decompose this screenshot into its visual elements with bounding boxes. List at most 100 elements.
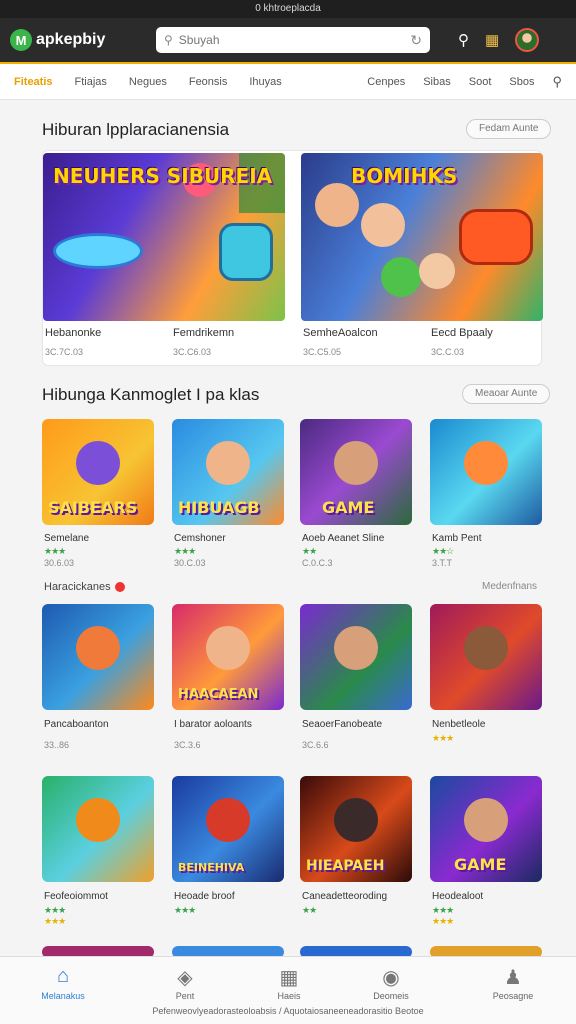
tile-title: GAME: [454, 855, 507, 874]
game-tile[interactable]: HIBUAGB: [172, 419, 284, 525]
camera-icon: ◉: [382, 967, 400, 989]
tile-title: GAME: [322, 498, 375, 517]
game-tile[interactable]: GAME: [430, 776, 542, 882]
game-title: Kamb Pent: [432, 533, 482, 544]
game-title: Aoeb Aeanet Sline: [302, 533, 385, 544]
banner-label: Eecd Bpaaly: [431, 327, 493, 339]
nav-right-1[interactable]: Cenpes: [367, 76, 405, 88]
nav-item-featured[interactable]: Fiteatis: [14, 76, 53, 88]
game-title: Heodealoot: [432, 891, 484, 902]
star-rating: ★★★: [174, 546, 196, 556]
logo-icon: M: [10, 29, 32, 51]
game-title: I barator aoloants: [174, 719, 252, 730]
book-icon: ▦: [279, 967, 299, 989]
see-all-button[interactable]: Meaoar Aunte: [462, 384, 551, 404]
notification-badge: [114, 582, 125, 593]
nav-item-5[interactable]: Ihuyas: [249, 76, 281, 88]
star-rating: ★★: [302, 905, 317, 915]
section-title: Hibunga Kanmoglet I pa klas: [42, 385, 260, 404]
game-meta: 3.T.T: [432, 558, 453, 568]
game-title: Nenbetleole: [432, 719, 486, 730]
tile-title: HIBUAGB: [178, 498, 260, 517]
game-tile[interactable]: [42, 776, 154, 882]
star-rating: ★★★: [174, 905, 196, 915]
banner-meta: 3C.C6.03: [173, 347, 212, 357]
star-rating: ★★★: [432, 733, 454, 743]
search-icon[interactable]: ⚲: [458, 31, 469, 49]
refresh-icon[interactable]: ↻: [410, 32, 422, 49]
star-rating: ★★☆: [432, 546, 454, 556]
avatar[interactable]: [515, 28, 540, 52]
star-rating: ★★★: [44, 546, 66, 556]
game-tile[interactable]: [42, 604, 154, 710]
star-rating: ★★★: [432, 905, 454, 915]
game-tile[interactable]: BEINEHIVA: [172, 776, 284, 882]
tile-title: BEINEHIVA: [178, 861, 245, 874]
game-tile[interactable]: [430, 419, 542, 525]
game-title: Cemshoner: [174, 533, 226, 544]
game-tile[interactable]: [430, 604, 542, 710]
bottom-nav-profile[interactable]: ♟ Peosagne: [468, 965, 558, 1001]
home-icon: ⌂: [56, 965, 70, 987]
star-rating: ★★★: [44, 905, 66, 915]
section-title: Hiburan lpplaracianensia: [42, 120, 230, 139]
game-tile[interactable]: SAIBEARS: [42, 419, 154, 525]
game-title: Pancaboanton: [44, 719, 109, 730]
game-tile[interactable]: HAACAEAN: [172, 604, 284, 710]
app-header: M apkepbiy ⚲ ↻ ⚲ ▦: [0, 18, 576, 62]
subsection-link[interactable]: Medenfnans: [482, 581, 537, 592]
game-tile[interactable]: [300, 604, 412, 710]
nav-right-3[interactable]: Soot: [469, 76, 492, 88]
app-name: apkepbiy: [36, 31, 106, 48]
tag-icon: ◈: [177, 967, 193, 989]
star-rating: ★★★: [44, 916, 66, 926]
app-logo[interactable]: M apkepbiy: [10, 29, 150, 51]
game-tile[interactable]: GAME: [300, 419, 412, 525]
footer-text: Pefenweovlyeadorasteoloabsis / Aquotaios…: [152, 1006, 424, 1016]
status-bar: 0 khtroeplacda: [0, 0, 576, 18]
search-bar[interactable]: ⚲ ↻: [156, 27, 430, 53]
calendar-icon[interactable]: ▦: [485, 31, 499, 49]
game-title: Heoade broof: [174, 891, 235, 902]
category-nav: Fiteatis Ftiajas Negues Feonsis Ihuyas C…: [0, 62, 576, 100]
nav-right-4[interactable]: Sbos: [509, 76, 534, 88]
banner-label: Femdrikemn: [173, 327, 235, 339]
see-all-button[interactable]: Fedam Aunte: [466, 119, 552, 139]
tile-title: HAACAEAN: [178, 687, 259, 702]
game-meta: 30.C.03: [174, 558, 206, 568]
star-rating: ★★: [302, 546, 317, 556]
bottom-nav-camera[interactable]: ◉ Deomeis: [346, 965, 436, 1001]
banner-meta: 3C.7C.03: [45, 347, 84, 357]
nav-right-2[interactable]: Sibas: [423, 76, 451, 88]
game-meta: 30.6.03: [44, 558, 75, 568]
banner-label: SemheAoalcon: [303, 327, 378, 339]
game-tile[interactable]: HIEAPAEH: [300, 776, 412, 882]
featured-card: NEUHERS SIBUREIA BOMIHKS Hebanonke 3C.7C…: [42, 150, 543, 366]
tile-title: HIEAPAEH: [306, 858, 385, 874]
featured-banner[interactable]: NEUHERS SIBUREIA: [43, 153, 285, 321]
search-icon[interactable]: ⚲: [552, 74, 562, 90]
banner-title: BOMIHKS: [351, 164, 458, 188]
game-meta: C.0.C.3: [302, 558, 333, 568]
bottom-nav-home[interactable]: ⌂ Melanakus: [18, 965, 108, 1001]
game-meta: 3C.3.6: [174, 740, 201, 750]
nav-item-3[interactable]: Negues: [129, 76, 167, 88]
game-title: Semelane: [44, 533, 90, 544]
game-title: SeaoerFanobeate: [302, 719, 383, 730]
banner-meta: 3C.C.03: [431, 347, 465, 357]
banner-title: NEUHERS SIBUREIA: [53, 164, 273, 188]
banner-meta: 3C.C5.05: [303, 347, 342, 357]
game-title: Caneadetteoroding: [302, 891, 388, 902]
star-rating: ★★★: [432, 916, 454, 926]
search-icon: ⚲: [164, 33, 173, 47]
game-title: Feofeoiommot: [44, 891, 108, 902]
search-input[interactable]: [178, 33, 411, 47]
game-meta: 3C.6.6: [302, 740, 329, 750]
game-meta: 33..86: [44, 740, 70, 750]
nav-item-2[interactable]: Ftiajas: [75, 76, 107, 88]
bottom-nav-book[interactable]: ▦ Haeis: [244, 965, 334, 1001]
tile-title: SAIBEARS: [48, 498, 138, 517]
nav-item-4[interactable]: Feonsis: [189, 76, 228, 88]
bottom-nav-tag[interactable]: ◈ Pent: [140, 965, 230, 1001]
featured-banner[interactable]: BOMIHKS: [301, 153, 543, 321]
